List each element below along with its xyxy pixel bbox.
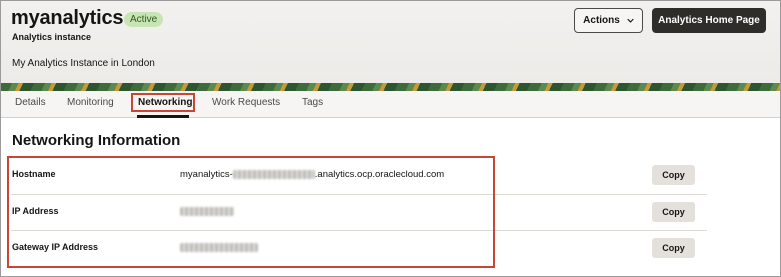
page-frame: myanalytics Active Analytics instance My… xyxy=(0,0,781,277)
page-header: myanalytics Active Analytics instance My… xyxy=(1,1,780,83)
page-title: myanalytics xyxy=(11,7,124,29)
resource-type-label: Analytics instance xyxy=(12,32,92,42)
table-highlight-box xyxy=(7,156,495,268)
copy-gateway-ip-button[interactable]: Copy xyxy=(652,238,695,258)
actions-button-label: Actions xyxy=(583,15,620,26)
section-title: Networking Information xyxy=(12,132,181,149)
instance-description: My Analytics Instance in London xyxy=(12,58,155,69)
decorative-banner xyxy=(1,83,780,91)
tab-bar: Details Monitoring Networking Work Reque… xyxy=(1,91,780,118)
actions-button[interactable]: Actions xyxy=(574,8,643,33)
tab-work-requests[interactable]: Work Requests xyxy=(212,97,280,108)
tab-details[interactable]: Details xyxy=(15,97,46,108)
chevron-down-icon xyxy=(627,18,634,23)
status-badge: Active xyxy=(124,12,164,27)
tab-highlight-box xyxy=(131,93,195,112)
tab-tags[interactable]: Tags xyxy=(302,97,323,108)
analytics-home-page-button[interactable]: Analytics Home Page xyxy=(652,8,766,33)
copy-hostname-button[interactable]: Copy xyxy=(652,165,695,185)
copy-ip-address-button[interactable]: Copy xyxy=(652,202,695,222)
tab-monitoring[interactable]: Monitoring xyxy=(67,97,114,108)
networking-panel: Networking Information Hostname myanalyt… xyxy=(1,118,780,276)
